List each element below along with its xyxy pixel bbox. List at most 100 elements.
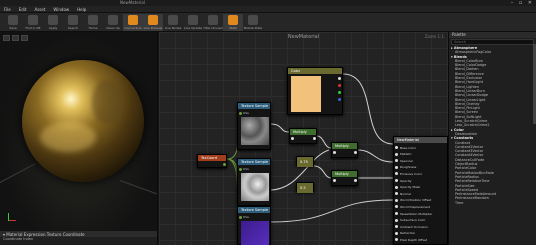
material-input-label: World Displacement — [400, 204, 431, 209]
palette-item[interactable]: Time — [449, 201, 536, 205]
menu-help[interactable]: Help — [73, 6, 90, 13]
pin-a[interactable] — [291, 137, 294, 140]
material-input-pin[interactable] — [395, 172, 398, 176]
material-graph[interactable]: NewMaterial Zoom 1:1 Color Texture Sampl… — [159, 32, 448, 245]
constant-node[interactable]: 0.5 — [296, 182, 314, 193]
material-result-title: NewMaterial — [394, 137, 447, 143]
pin-a[interactable] — [333, 179, 336, 182]
pin-out[interactable] — [223, 163, 226, 166]
material-input-pin[interactable] — [395, 198, 398, 202]
material-input-label: Tessellation Multiplier — [400, 211, 433, 216]
sphere-shade — [92, 80, 122, 124]
nodes-icon — [168, 15, 178, 25]
material-input-pin[interactable] — [395, 146, 398, 149]
pin-uvs[interactable] — [239, 112, 242, 115]
pin-uvs[interactable] — [239, 216, 242, 219]
search-icon — [68, 15, 78, 25]
material-input-label: Pixel Depth Offset — [400, 237, 427, 242]
texture-preview — [241, 117, 269, 145]
stats-icon — [228, 15, 238, 25]
pin-out[interactable] — [354, 151, 357, 154]
material-input-pin[interactable] — [395, 231, 398, 235]
material-input-pin[interactable] — [395, 192, 398, 196]
update-icon — [188, 15, 198, 25]
menu-bar: File Edit Asset Window Help — [0, 6, 536, 13]
details-panel: ▾ Material Expression Texture Coordinate… — [0, 231, 158, 245]
material-input-pin[interactable] — [395, 238, 398, 242]
material-result-node[interactable]: NewMaterial Base Color Metallic Specular Ro… — [393, 136, 448, 245]
menu-edit[interactable]: Edit — [15, 6, 31, 13]
preview-viewport[interactable] — [0, 32, 158, 231]
multiply-node[interactable]: Multiply — [331, 170, 358, 186]
constant-node[interactable]: 0.75 — [296, 156, 314, 167]
floor-line — [0, 163, 36, 183]
pin-g[interactable] — [338, 91, 341, 94]
material-input-label: Normal — [400, 191, 411, 196]
wire-color-basecolor — [342, 73, 394, 145]
lit-icon[interactable] — [21, 35, 28, 41]
pin-r[interactable] — [338, 84, 341, 87]
texcoord-title: TexCoord — [198, 155, 226, 161]
preview-icon — [148, 15, 158, 25]
connector-icon — [128, 15, 138, 25]
material-input-pin[interactable] — [395, 212, 398, 215]
material-input-label: World Position Offset — [400, 198, 432, 203]
save-icon — [8, 15, 18, 25]
texture-sample-title: Texture Sample — [238, 207, 270, 213]
palette-list: ▸ Atmosphere AtmosphericFogColor ▾ Blends B… — [449, 46, 536, 205]
multiply-node[interactable]: Multiply — [289, 128, 317, 144]
pin-out[interactable] — [338, 77, 341, 80]
material-input-pin[interactable] — [395, 218, 398, 222]
material-input-label: Roughness — [400, 165, 417, 170]
home-icon — [88, 15, 98, 25]
texcoord-node[interactable]: TexCoord — [197, 154, 227, 168]
material-input-label: Metallic — [400, 152, 412, 157]
menu-file[interactable]: File — [0, 6, 15, 13]
material-input-label: Opacity Mask — [400, 185, 421, 190]
palette-search-input[interactable]: Search — [451, 39, 534, 45]
multiply-title: Multiply — [332, 171, 357, 177]
multiply-node[interactable]: Multiply — [331, 142, 358, 158]
material-input-pin[interactable] — [395, 165, 398, 169]
material-input-pin[interactable] — [395, 179, 398, 182]
material-input-pin[interactable] — [395, 152, 398, 156]
toolbar-button[interactable]: Mobile Stats — [243, 14, 263, 31]
texture-sample-node[interactable]: Texture Sample UVs — [237, 158, 271, 206]
pin-a[interactable] — [333, 151, 336, 154]
pin-uvs[interactable] — [239, 168, 242, 171]
material-input-pin[interactable] — [395, 205, 398, 209]
material-input-label: Ambient Occlusion — [400, 224, 429, 229]
menu-asset[interactable]: Asset — [30, 6, 49, 13]
palette-panel: Palette Search ▸ Atmosphere AtmosphericFo… — [448, 32, 536, 245]
material-input-label: Base Color — [400, 145, 417, 150]
wire-mult2-roughness — [357, 149, 394, 163]
multiply-title: Multiply — [332, 143, 357, 149]
pin-out[interactable] — [313, 137, 316, 140]
color-node[interactable]: Color — [287, 67, 343, 115]
color-swatch — [291, 76, 321, 112]
material-input-pin[interactable] — [395, 159, 398, 163]
material-input-label: Refraction — [400, 231, 416, 236]
menu-window[interactable]: Window — [49, 6, 73, 13]
material-input-label: Subsurface Color — [400, 218, 426, 223]
texture-sample-node[interactable]: Texture Sample UVs — [237, 206, 271, 245]
material-input-pin[interactable] — [395, 185, 398, 189]
viewport-menu-icon[interactable] — [3, 35, 10, 41]
mobile-icon — [248, 15, 258, 25]
perspective-icon[interactable] — [12, 35, 19, 41]
texture-sample-node[interactable]: Texture Sample UVs — [237, 102, 271, 150]
material-input-label: Emissive Color — [400, 171, 423, 176]
pin-b[interactable] — [338, 98, 341, 101]
wire-c1-mult3 — [313, 165, 332, 179]
multiply-title: Multiply — [290, 129, 316, 135]
broom-icon — [108, 15, 118, 25]
material-input-pin[interactable] — [395, 225, 398, 229]
wire-mult1-mult2 — [316, 135, 332, 149]
wire-tex3-normal — [269, 199, 394, 223]
pin-out[interactable] — [354, 179, 357, 182]
texture-sample-title: Texture Sample — [238, 103, 270, 109]
uvs-pin-label: UVs — [243, 111, 249, 115]
wire-tex1-mult1 — [269, 123, 290, 133]
material-input-label: Specular — [400, 158, 414, 163]
palette-title: Palette — [449, 32, 536, 38]
